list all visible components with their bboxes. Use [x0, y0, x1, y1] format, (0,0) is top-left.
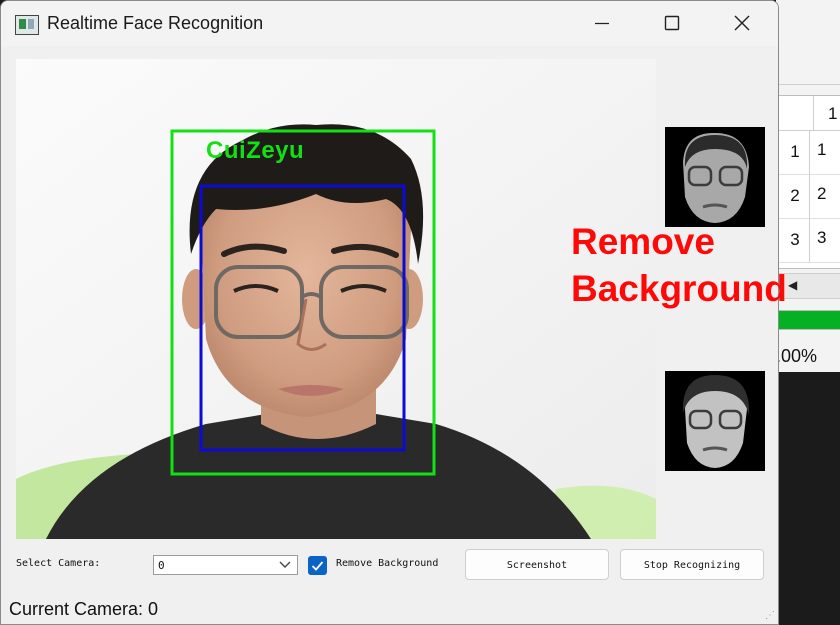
header-cell: 1 — [813, 96, 840, 130]
close-button[interactable] — [707, 1, 777, 46]
maximize-icon — [664, 15, 680, 31]
stop-recognizing-button[interactable]: Stop Recognizing — [620, 549, 764, 580]
checkmark-icon — [311, 561, 324, 571]
face-thumbnail-original — [665, 371, 765, 471]
progress-percent: .00% — [776, 346, 818, 366]
face-thumbnail-background-removed — [665, 127, 765, 227]
maximize-button[interactable] — [637, 1, 707, 46]
table-row[interactable]: 2 2 — [777, 174, 840, 219]
background-app-toolbar — [776, 0, 840, 85]
row-header: 2 — [781, 174, 810, 218]
chevron-down-icon — [279, 561, 291, 568]
camera-select-value: 0 — [158, 559, 165, 572]
camera-feed: CuiZeyu — [16, 59, 656, 539]
background-app: 1 1 1 2 2 3 3 ◀ .00% — [776, 0, 840, 625]
remove-background-caption: Remove Background — [571, 221, 787, 309]
select-camera-label: Select Camera: — [16, 558, 101, 569]
table-row[interactable]: 1 1 — [777, 130, 840, 175]
minimize-button[interactable] — [567, 1, 637, 46]
remove-background-checkbox[interactable] — [308, 556, 327, 575]
table-cell: 3 — [817, 228, 827, 247]
face-recognition-window: Realtime Face Recognition CuiZeyu Select… — [0, 0, 779, 625]
camera-frame-image — [16, 59, 656, 539]
row-header: 1 — [781, 130, 810, 174]
background-table-header: 1 — [777, 96, 840, 131]
minimize-icon — [595, 22, 609, 25]
app-icon — [15, 15, 39, 35]
detected-name-label: CuiZeyu — [206, 137, 305, 164]
title-bar[interactable]: Realtime Face Recognition — [1, 1, 778, 46]
table-cell: 2 — [817, 184, 827, 203]
table-cell: 1 — [817, 140, 827, 159]
background-dark-area — [776, 372, 840, 625]
remove-background-label[interactable]: Remove Background — [336, 558, 438, 569]
progress-bar — [776, 310, 840, 330]
resize-grip-icon[interactable]: ⋰ — [765, 610, 775, 621]
window-title: Realtime Face Recognition — [47, 13, 264, 33]
close-icon — [734, 15, 750, 31]
current-camera-status: Current Camera: 0 — [9, 599, 159, 619]
camera-select[interactable]: 0 — [153, 555, 298, 575]
screenshot-button[interactable]: Screenshot — [465, 549, 609, 580]
